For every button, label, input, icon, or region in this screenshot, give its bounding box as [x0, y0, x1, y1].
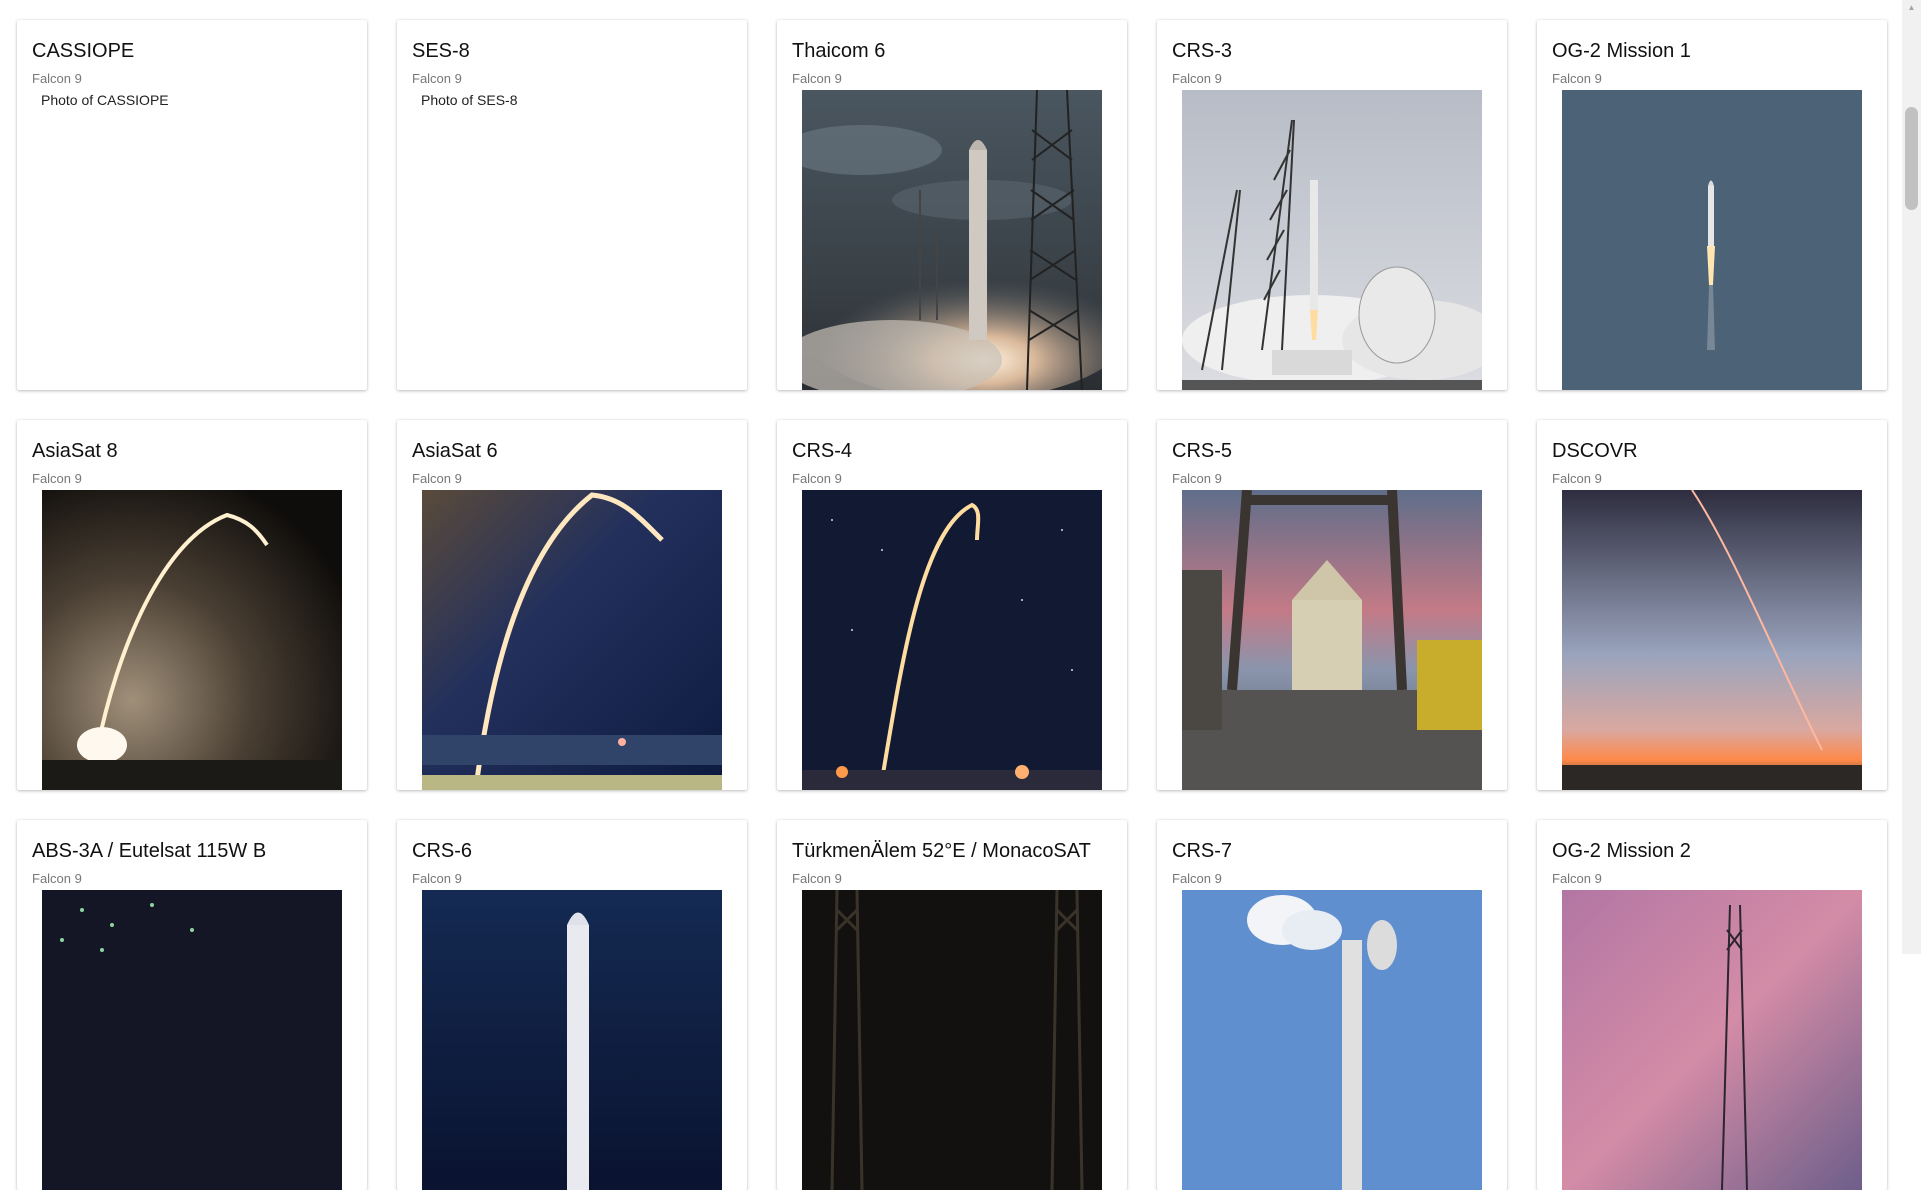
launch-photo — [422, 890, 722, 1190]
launch-title: Thaicom 6 — [792, 40, 886, 62]
launch-photo — [802, 490, 1102, 790]
launch-title: CRS-6 — [412, 840, 473, 862]
launch-photo — [802, 90, 1102, 390]
rocket-name: Falcon 9 — [32, 471, 82, 486]
launch-photo — [1562, 490, 1862, 790]
launch-photo — [1182, 890, 1482, 1190]
launch-photo — [1182, 90, 1482, 390]
launch-title: OG-2 Mission 1 — [1552, 40, 1691, 62]
rocket-name: Falcon 9 — [412, 71, 462, 86]
launch-photo — [1182, 490, 1482, 790]
launch-title: ABS-3A / Eutelsat 115W B — [32, 840, 267, 862]
launch-title: AsiaSat 8 — [32, 440, 118, 462]
launch-title: CRS-3 — [1172, 40, 1233, 62]
launch-card[interactable]: AsiaSat 8 Falcon 9 — [17, 420, 367, 790]
photo-alt-text: Photo of CASSIOPE — [41, 92, 169, 108]
rocket-name: Falcon 9 — [412, 871, 462, 886]
launch-card[interactable]: CRS-3 Falcon 9 — [1157, 20, 1507, 390]
launch-photo — [1562, 90, 1862, 390]
launch-card[interactable]: CASSIOPE Falcon 9 Photo of CASSIOPE — [17, 20, 367, 390]
launch-card[interactable]: SES-8 Falcon 9 Photo of SES-8 — [397, 20, 747, 390]
rocket-name: Falcon 9 — [792, 71, 842, 86]
rocket-name: Falcon 9 — [792, 871, 842, 886]
launch-title: CRS-7 — [1172, 840, 1233, 862]
launch-title: DSCOVR — [1552, 440, 1638, 462]
launch-card[interactable]: CRS-5 Falcon 9 — [1157, 420, 1507, 790]
vertical-scrollbar[interactable]: ▲ — [1902, 0, 1921, 954]
launch-photo — [802, 890, 1102, 1190]
launch-card[interactable]: TürkmenÄlem 52°E / MonacoSAT Falcon 9 — [777, 820, 1127, 1190]
rocket-name: Falcon 9 — [1552, 871, 1602, 886]
launch-photo — [1562, 890, 1862, 1190]
launch-card[interactable]: OG-2 Mission 2 Falcon 9 — [1537, 820, 1887, 1190]
launch-card[interactable]: Thaicom 6 Falcon 9 — [777, 20, 1127, 390]
launch-grid: CASSIOPE Falcon 9 Photo of CASSIOPE SES-… — [17, 20, 1887, 1190]
launch-card[interactable]: DSCOVR Falcon 9 — [1537, 420, 1887, 790]
rocket-name: Falcon 9 — [32, 71, 82, 86]
launch-title: OG-2 Mission 2 — [1552, 840, 1691, 862]
launch-title: AsiaSat 6 — [412, 440, 498, 462]
launch-card[interactable]: CRS-6 Falcon 9 — [397, 820, 747, 1190]
launch-title: CRS-4 — [792, 440, 853, 462]
launch-card[interactable]: CRS-7 Falcon 9 — [1157, 820, 1507, 1190]
launch-title: CASSIOPE — [32, 40, 135, 62]
launch-photo — [42, 490, 342, 790]
rocket-name: Falcon 9 — [1172, 871, 1222, 886]
rocket-name: Falcon 9 — [32, 871, 82, 886]
scrollbar-thumb[interactable] — [1905, 107, 1918, 210]
rocket-name: Falcon 9 — [412, 471, 462, 486]
rocket-name: Falcon 9 — [792, 471, 842, 486]
launch-title: CRS-5 — [1172, 440, 1233, 462]
launch-card[interactable]: AsiaSat 6 Falcon 9 — [397, 420, 747, 790]
launch-card[interactable]: CRS-4 Falcon 9 — [777, 420, 1127, 790]
rocket-name: Falcon 9 — [1172, 71, 1222, 86]
launch-photo — [42, 890, 342, 1190]
rocket-name: Falcon 9 — [1552, 471, 1602, 486]
launch-title: SES-8 — [412, 40, 470, 62]
launch-photo — [422, 490, 722, 790]
rocket-name: Falcon 9 — [1172, 471, 1222, 486]
launch-card[interactable]: ABS-3A / Eutelsat 115W B Falcon 9 — [17, 820, 367, 1190]
launch-title: TürkmenÄlem 52°E / MonacoSAT — [792, 840, 1091, 862]
photo-alt-text: Photo of SES-8 — [421, 92, 518, 108]
rocket-name: Falcon 9 — [1552, 71, 1602, 86]
scroll-up-arrow-icon[interactable]: ▲ — [1902, 0, 1921, 16]
launch-card[interactable]: OG-2 Mission 1 Falcon 9 — [1537, 20, 1887, 390]
